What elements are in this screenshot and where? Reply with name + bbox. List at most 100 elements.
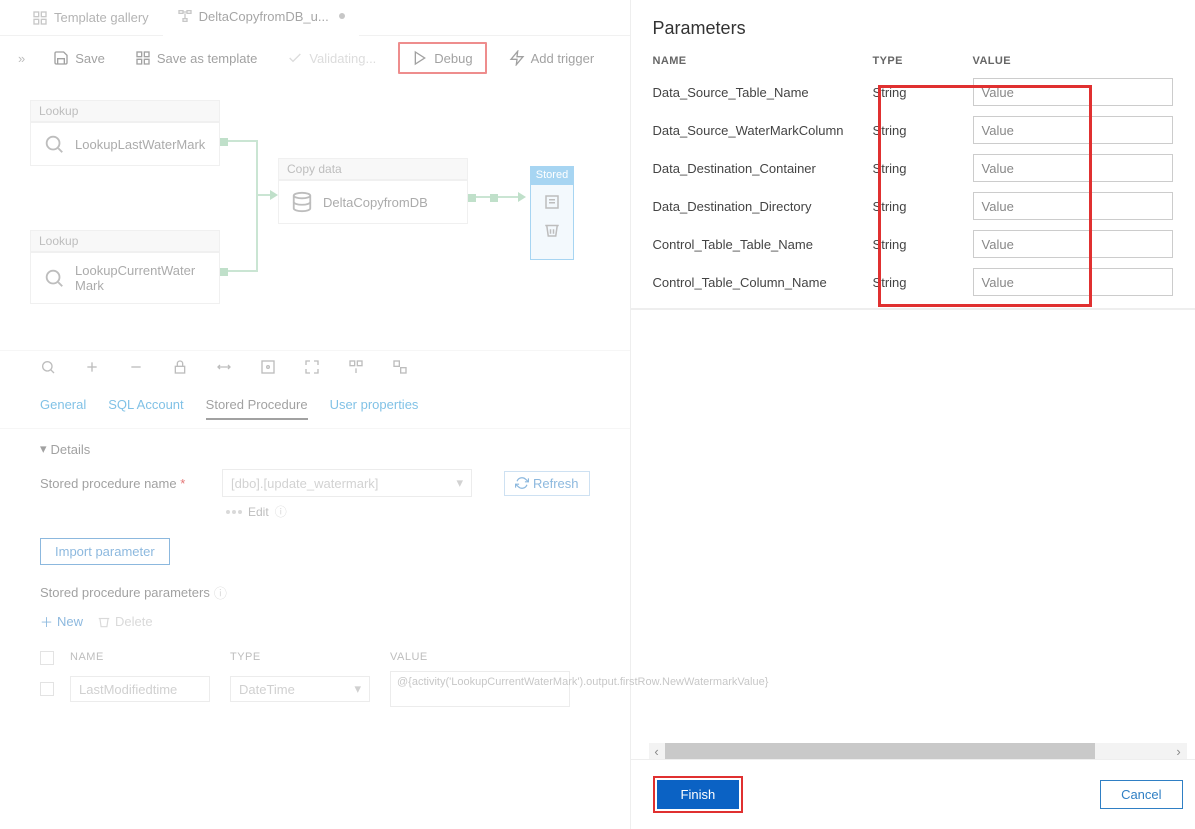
save-template-icon xyxy=(135,50,151,66)
fullscreen-icon[interactable] xyxy=(304,359,320,375)
activity-lookup-last[interactable]: Lookup LookupLastWaterMark xyxy=(30,100,220,166)
activity-name: DeltaCopyfromDB xyxy=(323,195,428,210)
fit-width-icon[interactable] xyxy=(216,359,232,375)
chevron-down-icon: ▾ xyxy=(354,681,361,697)
activity-type-label: Copy data xyxy=(278,158,468,180)
cancel-button[interactable]: Cancel xyxy=(1100,780,1182,809)
connector-line xyxy=(228,270,258,272)
param-type: String xyxy=(873,123,973,138)
param-type: String xyxy=(873,85,973,100)
connector-handle[interactable] xyxy=(220,138,228,146)
trigger-label: Add trigger xyxy=(531,51,595,66)
col-name: NAME xyxy=(70,651,230,665)
import-parameter-button[interactable]: Import parameter xyxy=(40,538,170,565)
horizontal-scrollbar[interactable]: ‹ › xyxy=(649,743,1187,759)
param-value-input[interactable]: Value xyxy=(973,154,1173,182)
tab-general[interactable]: General xyxy=(40,391,86,420)
activity-type-label: Stored xyxy=(530,166,574,184)
fit-screen-icon[interactable] xyxy=(260,359,276,375)
refresh-icon xyxy=(515,476,529,490)
col-value: VALUE xyxy=(390,651,590,665)
row-checkbox[interactable] xyxy=(40,682,54,696)
table-row: Data_Source_WaterMarkColumn String Value xyxy=(631,111,1195,149)
activity-type-label: Lookup xyxy=(30,230,220,252)
tab-label: Template gallery xyxy=(54,10,149,25)
scroll-right-icon[interactable]: › xyxy=(1171,743,1187,759)
layout-icon[interactable] xyxy=(392,359,408,375)
save-button[interactable]: Save xyxy=(45,47,113,69)
connector-line xyxy=(476,196,520,198)
param-type: String xyxy=(873,237,973,252)
plus-icon: ＋ xyxy=(40,612,53,631)
table-row: LastModifiedtime DateTime▾ @{activity('L… xyxy=(40,671,590,707)
chevron-down-icon: ▾ xyxy=(456,475,463,491)
chevron-right-icon[interactable]: » xyxy=(18,51,25,66)
table-row: Data_Destination_Container String Value xyxy=(631,149,1195,187)
table-row: Data_Destination_Directory String Value xyxy=(631,187,1195,225)
align-icon[interactable] xyxy=(348,359,364,375)
connector-handle[interactable] xyxy=(220,268,228,276)
trash-icon xyxy=(97,615,111,629)
debug-button[interactable]: Debug xyxy=(398,42,486,74)
save-template-label: Save as template xyxy=(157,51,257,66)
plus-icon[interactable] xyxy=(84,359,100,375)
arrow-right-icon xyxy=(518,192,526,202)
tab-user-properties[interactable]: User properties xyxy=(330,391,419,420)
connector-line xyxy=(228,140,258,142)
lock-icon[interactable] xyxy=(172,359,188,375)
edit-link[interactable]: Edit ⓘ xyxy=(226,503,590,520)
canvas-toolbar xyxy=(0,350,630,383)
param-value-input[interactable]: Value xyxy=(973,268,1173,296)
tab-template-gallery[interactable]: Template gallery xyxy=(18,0,163,36)
param-value-input[interactable]: Value xyxy=(973,78,1173,106)
minus-icon[interactable] xyxy=(128,359,144,375)
param-value-input[interactable]: Value xyxy=(973,192,1173,220)
new-param-button[interactable]: ＋New xyxy=(40,612,83,631)
search-icon[interactable] xyxy=(40,359,56,375)
tab-pipeline[interactable]: DeltaCopyfromDB_u... xyxy=(163,0,359,36)
activity-lookup-current[interactable]: Lookup LookupCurrentWaterMark xyxy=(30,230,220,304)
param-value-input[interactable]: @{activity('LookupCurrentWaterMark').out… xyxy=(390,671,570,707)
pipeline-canvas[interactable]: Lookup LookupLastWaterMark Lookup Lookup… xyxy=(0,80,630,350)
validate-button[interactable]: Validating... xyxy=(279,47,384,69)
parameters-panel-title: Parameters xyxy=(631,0,1195,49)
sp-params-table: NAME TYPE VALUE LastModifiedtime DateTim… xyxy=(40,645,590,707)
scroll-left-icon[interactable]: ‹ xyxy=(649,743,665,759)
param-name-input[interactable]: LastModifiedtime xyxy=(70,676,210,702)
sp-name-label: Stored procedure name * xyxy=(40,476,210,491)
play-icon xyxy=(412,50,428,66)
activity-copy[interactable]: Copy data DeltaCopyfromDB xyxy=(278,158,468,224)
tab-label: DeltaCopyfromDB_u... xyxy=(199,9,329,24)
connector-handle[interactable] xyxy=(468,194,476,202)
select-all-checkbox[interactable] xyxy=(40,651,54,665)
param-type-select[interactable]: DateTime▾ xyxy=(230,676,370,702)
scrollbar-thumb[interactable] xyxy=(665,743,1095,759)
editor-toolbar: » Save Save as template Validating... De… xyxy=(0,36,630,80)
param-value-input[interactable]: Value xyxy=(973,230,1173,258)
sp-name-select[interactable]: [dbo].[update_watermark] ▾ xyxy=(222,469,472,497)
table-row: Control_Table_Column_Name String Value xyxy=(631,263,1195,308)
debug-label: Debug xyxy=(434,51,472,66)
activity-name: LookupLastWaterMark xyxy=(75,137,205,152)
param-value-input[interactable]: Value xyxy=(973,116,1173,144)
finish-button[interactable]: Finish xyxy=(657,780,740,809)
tab-sql-account[interactable]: SQL Account xyxy=(108,391,183,420)
table-row: Data_Source_Table_Name String Value xyxy=(631,73,1195,111)
add-trigger-button[interactable]: Add trigger xyxy=(501,47,603,69)
tab-stored-procedure[interactable]: Stored Procedure xyxy=(206,391,308,420)
arrow-right-icon xyxy=(270,190,278,200)
trash-icon[interactable] xyxy=(543,221,561,239)
sp-name-value: [dbo].[update_watermark] xyxy=(231,476,378,491)
details-header[interactable]: ▾ Details xyxy=(40,441,590,457)
activity-type-label: Lookup xyxy=(30,100,220,122)
save-template-button[interactable]: Save as template xyxy=(127,47,265,69)
validate-label: Validating... xyxy=(309,51,376,66)
connector-handle[interactable] xyxy=(490,194,498,202)
refresh-button[interactable]: Refresh xyxy=(504,471,590,496)
info-icon: ⓘ xyxy=(214,583,227,602)
properties-tabs: General SQL Account Stored Procedure Use… xyxy=(0,383,630,429)
document-icon xyxy=(543,193,561,211)
properties-panel: ▾ Details Stored procedure name * [dbo].… xyxy=(0,429,630,719)
param-type: String xyxy=(873,161,973,176)
delete-param-button[interactable]: Delete xyxy=(97,612,153,631)
